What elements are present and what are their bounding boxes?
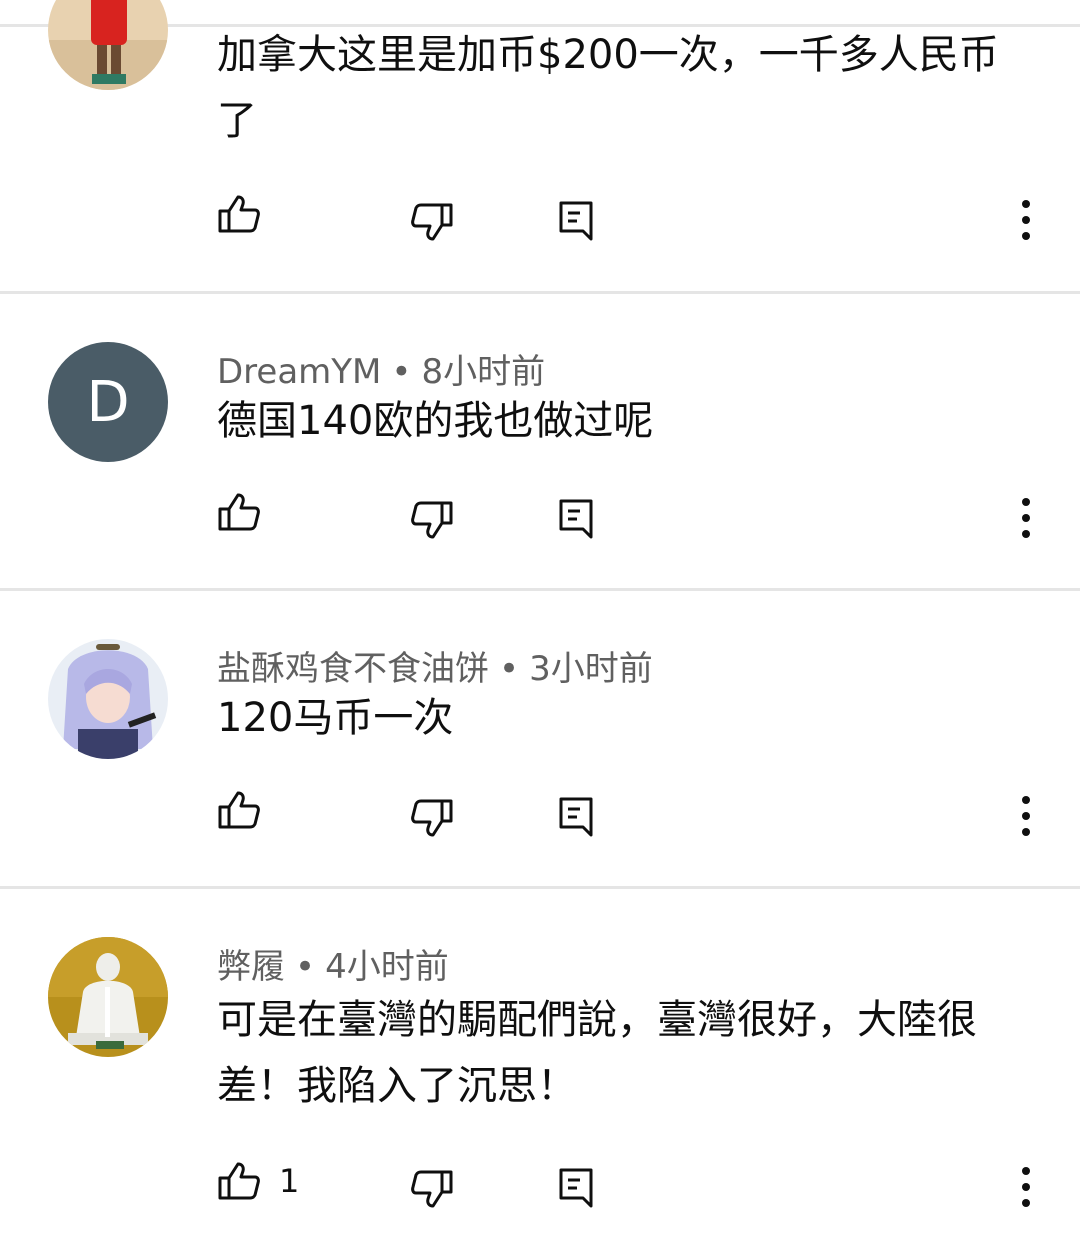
more-vertical-icon xyxy=(1022,1167,1030,1207)
dislike-button[interactable] xyxy=(410,202,454,242)
more-options-button[interactable] xyxy=(1010,1163,1042,1213)
comment-text: 加拿大这里是加币$200一次，一千多人民币了 xyxy=(217,32,999,144)
comment-author[interactable]: 弊履 xyxy=(217,947,285,987)
comment-author[interactable]: DreamYM xyxy=(217,352,381,392)
avatar[interactable] xyxy=(48,937,168,1057)
more-vertical-icon xyxy=(1022,498,1030,538)
thumb-up-icon xyxy=(218,791,260,829)
like-button[interactable] xyxy=(217,790,279,830)
dislike-button[interactable] xyxy=(410,1169,454,1209)
thumb-down-icon xyxy=(411,1170,453,1208)
comment-text: 120马币一次 xyxy=(217,695,454,741)
reply-icon xyxy=(559,1168,593,1208)
reply-icon xyxy=(559,499,593,539)
comment-meta: 弊履 • 4小时前 xyxy=(217,939,449,988)
comment-divider xyxy=(0,886,1080,889)
person-red-shirt-beach-avatar xyxy=(48,0,168,90)
like-button[interactable] xyxy=(217,492,279,532)
thumb-down-icon xyxy=(411,203,453,241)
comment-time: 8小时前 xyxy=(421,352,546,392)
dislike-button[interactable] xyxy=(410,798,454,838)
avatar-letter: D xyxy=(86,369,130,435)
reply-icon xyxy=(559,797,593,837)
reply-button[interactable] xyxy=(558,200,594,242)
comment-meta: 盐酥鸡食不食油饼 • 3小时前 xyxy=(217,641,653,690)
comment-divider xyxy=(0,291,1080,294)
separator-dot: • xyxy=(295,947,316,987)
reply-icon xyxy=(559,201,593,241)
thumb-up-icon xyxy=(218,1162,260,1200)
separator-dot: • xyxy=(391,352,412,392)
comment-meta: DreamYM • 8小时前 xyxy=(217,344,545,393)
comment-time: 4小时前 xyxy=(325,947,449,987)
separator-dot: • xyxy=(499,649,520,689)
more-vertical-icon xyxy=(1022,200,1030,240)
reply-button[interactable] xyxy=(558,796,594,838)
avatar[interactable] xyxy=(48,639,168,759)
dislike-button[interactable] xyxy=(410,500,454,540)
comment-time: 3小时前 xyxy=(529,649,653,689)
comment-divider xyxy=(0,588,1080,591)
thumb-down-icon xyxy=(411,799,453,837)
more-options-button[interactable] xyxy=(1010,792,1042,842)
like-button[interactable]: 1 xyxy=(217,1161,299,1201)
avatar[interactable] xyxy=(48,0,168,90)
more-options-button[interactable] xyxy=(1010,196,1042,246)
avatar[interactable]: D xyxy=(48,342,168,462)
like-button[interactable] xyxy=(217,194,279,234)
like-count: 1 xyxy=(279,1162,300,1200)
comment-text: 德国140欧的我也做过呢 xyxy=(217,398,654,444)
comment-author[interactable]: 盐酥鸡食不食油饼 xyxy=(217,649,489,689)
more-vertical-icon xyxy=(1022,796,1030,836)
statue-avatar xyxy=(48,937,168,1057)
comment-text: 可是在臺灣的駶配們說，臺灣很好，大陸很差！我陷入了沉思！ xyxy=(217,997,977,1109)
more-options-button[interactable] xyxy=(1010,494,1042,544)
reply-button[interactable] xyxy=(558,1167,594,1209)
thumb-down-icon xyxy=(411,501,453,539)
thumb-up-icon xyxy=(218,195,260,233)
thumb-up-icon xyxy=(218,493,260,531)
reply-button[interactable] xyxy=(558,498,594,540)
cosplay-girl-avatar xyxy=(48,639,168,759)
